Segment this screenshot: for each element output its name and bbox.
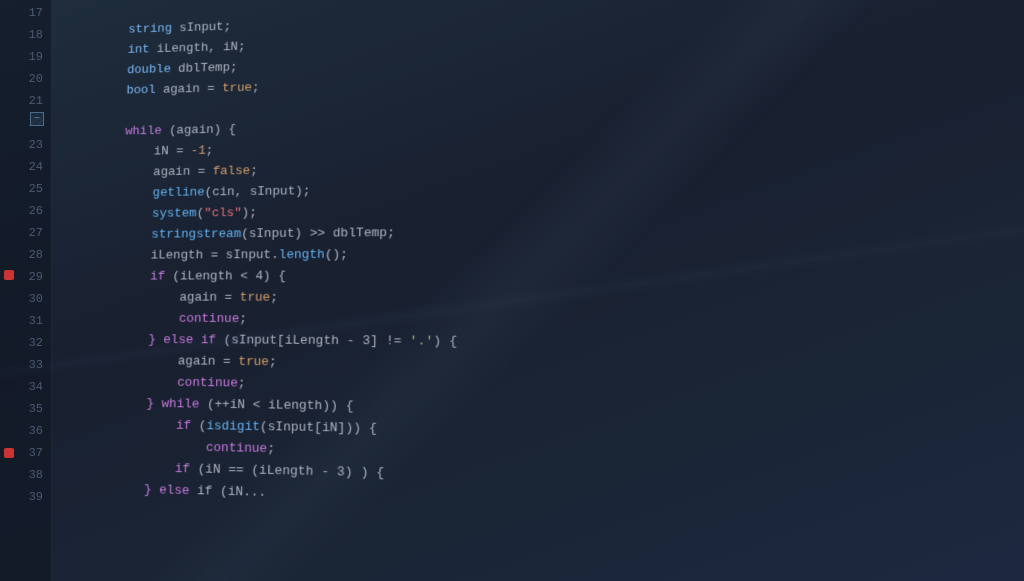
line-number-18: 18	[29, 24, 43, 46]
line-number-30: 30	[29, 288, 43, 310]
code-line-28: iLength = sInput.length();	[92, 242, 1024, 268]
line-number-gutter: − 17181920212223242526272829303132333435…	[0, 0, 52, 581]
line-number-28: 28	[29, 244, 43, 266]
editor-container: − 17181920212223242526272829303132333435…	[0, 0, 1024, 581]
line-number-37: 37	[29, 442, 43, 464]
line-number-21: 21	[29, 90, 43, 112]
gutter-marker-1	[4, 270, 14, 280]
code-line-30: again = true;	[90, 288, 1024, 311]
line-number-29: 29	[29, 266, 43, 288]
gutter-marker-2	[4, 448, 14, 458]
line-number-17: 17	[29, 2, 43, 24]
line-number-20: 20	[29, 68, 43, 90]
fold-indicator[interactable]: −	[30, 112, 44, 126]
line-number-39: 39	[29, 486, 43, 508]
line-number-19: 19	[29, 46, 43, 68]
line-number-36: 36	[29, 420, 43, 442]
line-number-34: 34	[29, 376, 43, 398]
line-number-24: 24	[29, 156, 43, 178]
line-number-33: 33	[29, 354, 43, 376]
line-number-23: 23	[29, 134, 43, 156]
line-number-31: 31	[29, 310, 43, 332]
line-number-27: 27	[29, 222, 43, 244]
line-number-32: 32	[29, 332, 43, 354]
code-editor: string sInput; int iLength, iN; double d…	[67, 0, 1024, 581]
line-number-26: 26	[29, 200, 43, 222]
line-number-25: 25	[29, 178, 43, 200]
line-number-38: 38	[29, 464, 43, 486]
code-line-29: if (iLength < 4) {	[91, 265, 1024, 288]
line-number-35: 35	[29, 398, 43, 420]
